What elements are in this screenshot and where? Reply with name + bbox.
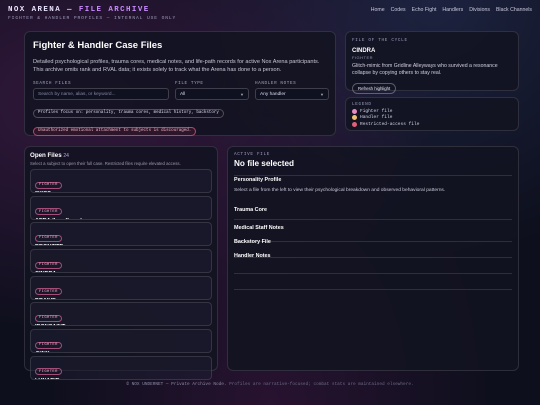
refresh-highlight-button[interactable]: Refresh highlight — [352, 83, 397, 95]
section-trauma-core: Trauma Core — [234, 207, 267, 213]
file-type-tag: FIGHTER — [35, 314, 62, 322]
nav-home[interactable]: Home — [371, 7, 385, 13]
file-card[interactable]: FIGHTERAERA (Lee Jiwoo)An elegant, unset… — [30, 195, 212, 220]
handler-select[interactable]: Any handler ▼ — [255, 88, 329, 101]
section-personality-profile: Personality Profile — [234, 177, 282, 183]
top-bar: NOX ARENA — FILE ARCHIVE FIGHTER & HANDL… — [0, 0, 540, 26]
section-personality-body: Select a file from the left to view thei… — [234, 188, 446, 193]
legend-heading: LEGEND — [352, 102, 372, 107]
file-type-tag: FIGHTER — [35, 234, 62, 242]
divider — [234, 241, 512, 242]
nav-echo-fight[interactable]: Echo Fight — [412, 7, 437, 13]
focus-chip: Profiles focus on: personality, trauma c… — [33, 108, 224, 118]
active-file-panel: ACTIVE FILE No file selected Personality… — [227, 146, 519, 371]
file-name: LUNARIE — [35, 378, 207, 379]
nav-divisions[interactable]: Divisions — [469, 7, 490, 13]
footer-main: © NOX UNDERNET — Private Archive Node. — [126, 382, 227, 387]
legend-panel: LEGEND Fighter file Handler file Restric… — [345, 97, 519, 131]
legend-label: Handler file — [360, 115, 393, 120]
file-type-tag: FIGHTER — [35, 341, 62, 349]
file-of-cycle-panel: FILE OF THE CYCLE CINDRA FIGHTER Glitch-… — [345, 31, 519, 95]
file-card[interactable]: FIGHTER8KISSA flirty, glitch-thread pupp… — [30, 169, 212, 193]
file-card[interactable]: FIGHTERIRONSAINTA disciplined veteran wh… — [30, 302, 212, 327]
file-name: 8KISS — [35, 191, 207, 192]
cycle-role: FIGHTER — [352, 55, 374, 60]
nav-codes[interactable]: Codes — [391, 7, 406, 13]
handler-dot-icon — [352, 115, 357, 120]
fighter-dot-icon — [352, 108, 357, 114]
page-description: Detailed psychological profiles, trauma … — [33, 59, 320, 74]
search-input[interactable]: Search by name, alias, or keyword... — [33, 88, 169, 101]
open-files-hint: Select a subject to open their full case… — [30, 161, 181, 166]
filetype-label: FILE TYPE — [175, 81, 204, 87]
search-label: SEARCH FILES — [33, 81, 72, 87]
filetype-value: All — [180, 91, 186, 97]
chevron-down-icon: ▼ — [240, 91, 244, 97]
legend-item-fighter: Fighter file — [352, 108, 512, 114]
section-medical-notes: Medical Staff Notes — [234, 225, 284, 231]
file-list: FIGHTER8KISSA flirty, glitch-thread pupp… — [30, 169, 212, 380]
open-files-title: Open Files 24 — [30, 152, 69, 159]
chevron-down-icon: ▼ — [320, 91, 324, 97]
divider — [234, 257, 512, 258]
file-card[interactable]: FIGHTERDRAIVEA precision-obsessed ex-bod… — [30, 275, 212, 300]
cycle-heading: FILE OF THE CYCLE — [352, 38, 408, 43]
filetype-select[interactable]: All ▼ — [175, 88, 249, 101]
active-heading: ACTIVE FILE — [234, 152, 271, 157]
cycle-name: CINDRA — [352, 48, 376, 54]
section-handler-notes: Handler Notes — [234, 253, 271, 259]
divider — [234, 175, 512, 176]
file-type-tag: FIGHTER — [35, 181, 62, 189]
legend-label: Fighter file — [360, 108, 393, 114]
filter-row: SEARCH FILES Search by name, alias, or k… — [33, 81, 329, 101]
section-backstory: Backstory File — [234, 239, 271, 245]
hero-panel: Fighter & Handler Case Files Detailed ps… — [24, 31, 336, 136]
handler-group: HANDLER NOTES Any handler ▼ — [255, 81, 329, 101]
brand-accent: FILE ARCHIVE — [78, 6, 150, 14]
cycle-description: Glitch-mimic from Gridline Alleyways who… — [352, 63, 498, 77]
file-card[interactable]: FIGHTERBRONZITEA steadfast human shield … — [30, 222, 212, 247]
handler-value: Any handler — [260, 91, 286, 97]
open-files-panel: Open Files 24 Select a subject to open t… — [24, 146, 218, 380]
divider — [234, 273, 512, 274]
main-nav: Home Codes Echo Fight Handlers Divisions… — [371, 7, 532, 13]
handler-label: HANDLER NOTES — [255, 81, 297, 87]
legend-item-handler: Handler file — [352, 115, 512, 120]
file-type-tag: FIGHTER — [35, 261, 62, 269]
file-card[interactable]: FIGHTERJYNXA living glitch born from a c… — [30, 329, 212, 354]
search-group: SEARCH FILES Search by name, alias, or k… — [33, 81, 169, 101]
file-name: BRONZITE — [35, 244, 207, 245]
file-name: IRONSAINT — [35, 324, 207, 325]
active-title: No file selected — [234, 159, 295, 168]
file-name: DRAIVE — [35, 298, 207, 299]
file-name: JYNX — [35, 351, 207, 352]
footer: © NOX UNDERNET — Private Archive Node. P… — [0, 382, 540, 387]
footer-muted: Profiles are narrative-focused; combat s… — [229, 382, 414, 387]
nav-black-channels[interactable]: Black Channels — [496, 7, 532, 13]
nav-handlers[interactable]: Handlers — [442, 7, 463, 13]
files-count: 24 — [63, 153, 69, 159]
page-title: Fighter & Handler Case Files — [33, 40, 163, 51]
file-type-tag: FIGHTER — [35, 288, 62, 296]
brand-subtitle: FIGHTER & HANDLER PROFILES — INTERNAL US… — [8, 16, 177, 21]
warning-chip: Unauthorized emotional attachment to sub… — [33, 126, 197, 136]
file-type-tag: FIGHTER — [35, 368, 62, 376]
legend-item-restricted: Restricted-access file — [352, 121, 512, 127]
divider — [234, 289, 512, 290]
file-card[interactable]: FIGHTERCINDRAGlitch-mimic from Gridline … — [30, 249, 212, 274]
file-name: CINDRA — [35, 271, 207, 272]
file-card[interactable]: FIGHTERLUNARIEAether-soother who escaped… — [30, 355, 212, 380]
file-name: AERA (Lee Jiwoo) — [35, 218, 207, 219]
filetype-group: FILE TYPE All ▼ — [175, 81, 249, 101]
divider — [234, 219, 512, 220]
legend-label: Restricted-access file — [360, 121, 420, 127]
restricted-dot-icon — [352, 121, 357, 127]
file-type-tag: FIGHTER — [35, 208, 62, 216]
